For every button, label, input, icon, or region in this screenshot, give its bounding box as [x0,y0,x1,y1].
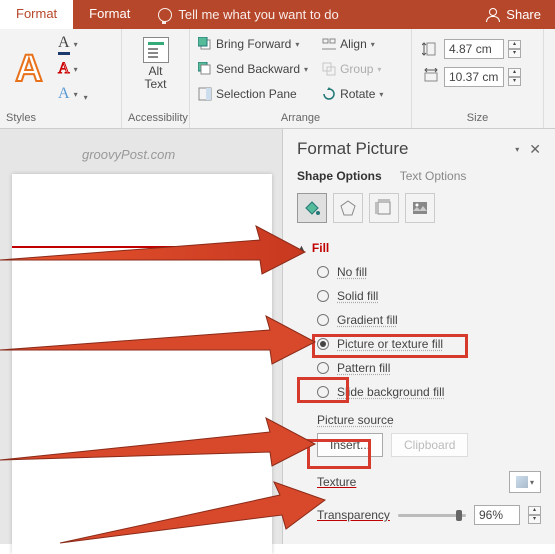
pentagon-icon [339,199,357,217]
text-outline-button[interactable]: A▾ [56,58,80,80]
ribbon-group-styles: A A▾ A▾ A▾ ▾ Styles [0,29,122,128]
height-input[interactable]: 4.87 cm [444,39,504,59]
align-icon [322,37,336,51]
share-label: Share [506,7,541,22]
clipboard-button: Clipboard [391,433,468,457]
size-group-label: Size [418,110,537,126]
rotate-icon [322,87,336,101]
picture-texture-fill-radio[interactable]: Picture or texture fill [317,337,541,351]
tell-me-search[interactable]: Tell me what you want to do [146,0,472,29]
picture-source-label: Picture source [317,413,541,427]
text-options-tab[interactable]: Text Options [400,169,467,183]
accessibility-group-label: Accessibility [128,110,183,126]
no-fill-radio[interactable]: No fill [317,265,541,279]
title-bar: Format Format Tell me what you want to d… [0,0,555,29]
texture-swatch-icon [516,476,528,488]
height-input-row: 4.87 cm ▴▾ [422,39,533,59]
wordart-style-gallery[interactable]: A [6,46,52,92]
width-icon [422,68,440,86]
size-properties-tab[interactable] [369,193,399,223]
fill-section-header[interactable]: ▲ Fill [297,237,541,259]
transparency-spinner[interactable]: ▴▾ [528,506,541,524]
send-backward-icon [198,62,212,76]
tab-format-active[interactable]: Format [0,0,73,29]
ribbon-group-size: 4.87 cm ▴▾ 10.37 cm ▴▾ Size [412,29,544,128]
solid-fill-radio[interactable]: Solid fill [317,289,541,303]
styles-expand-icon[interactable]: ▾ [84,93,88,102]
slide[interactable] [12,174,272,554]
size-props-icon [375,199,393,217]
selection-pane-icon [198,87,212,101]
gradient-fill-radio[interactable]: Gradient fill [317,313,541,327]
height-icon [422,40,440,58]
pane-menu-icon[interactable]: ▾ [515,145,519,154]
rotate-button[interactable]: Rotate▾ [320,83,385,105]
width-input[interactable]: 10.37 cm [444,67,504,87]
group-button: Group▾ [320,58,385,80]
format-picture-pane: Format Picture ▾ ✕ Shape Options Text Op… [282,129,555,544]
arrange-group-label: Arrange [196,110,405,126]
width-spinner[interactable]: ▴▾ [508,68,521,86]
ribbon-group-arrange: Bring Forward▾ Send Backward▾ Selection … [190,29,412,128]
picture-icon [411,199,429,217]
shape-options-tab[interactable]: Shape Options [297,169,382,183]
selection-pane-button[interactable]: Selection Pane [196,83,310,105]
bring-forward-icon [198,37,212,51]
texture-dropdown[interactable]: ▾ [509,471,541,493]
group-icon [322,62,336,76]
slide-bg-fill-radio[interactable]: Slide background fill [317,385,541,399]
tell-me-label: Tell me what you want to do [178,7,338,22]
pane-title: Format Picture [297,139,408,159]
collapse-triangle-icon: ▲ [297,243,306,253]
tab-format[interactable]: Format [73,0,146,29]
bring-forward-button[interactable]: Bring Forward▾ [196,33,310,55]
slide-canvas-area: groovyPost.com [0,129,282,544]
effects-tab[interactable] [333,193,363,223]
alt-text-icon [143,37,169,63]
slide-red-line [12,246,250,248]
share-button[interactable]: Share [472,0,555,29]
person-icon [486,8,500,22]
close-icon[interactable]: ✕ [529,141,541,158]
ribbon-group-accessibility: AltText Accessibility [122,29,190,128]
paint-bucket-icon [303,199,321,217]
alt-text-button[interactable]: AltText [128,33,183,91]
styles-group-label: Styles [6,110,115,126]
width-input-row: 10.37 cm ▴▾ [422,67,533,87]
transparency-label: Transparency [317,508,390,522]
transparency-slider[interactable] [398,514,466,517]
fill-line-tab[interactable] [297,193,327,223]
texture-label: Texture [317,475,356,489]
height-spinner[interactable]: ▴▾ [508,40,521,58]
picture-tab[interactable] [405,193,435,223]
lightbulb-icon [158,8,172,22]
send-backward-button[interactable]: Send Backward▾ [196,58,310,80]
align-button[interactable]: Align▾ [320,33,385,55]
insert-button[interactable]: Insert... [317,433,383,457]
text-effects-button[interactable]: A▾ [56,83,80,105]
pattern-fill-radio[interactable]: Pattern fill [317,361,541,375]
watermark-text: groovyPost.com [82,147,270,162]
transparency-input[interactable]: 96% [474,505,520,525]
text-fill-button[interactable]: A▾ [56,33,80,55]
ribbon: A A▾ A▾ A▾ ▾ Styles AltText Accessibilit… [0,29,555,129]
